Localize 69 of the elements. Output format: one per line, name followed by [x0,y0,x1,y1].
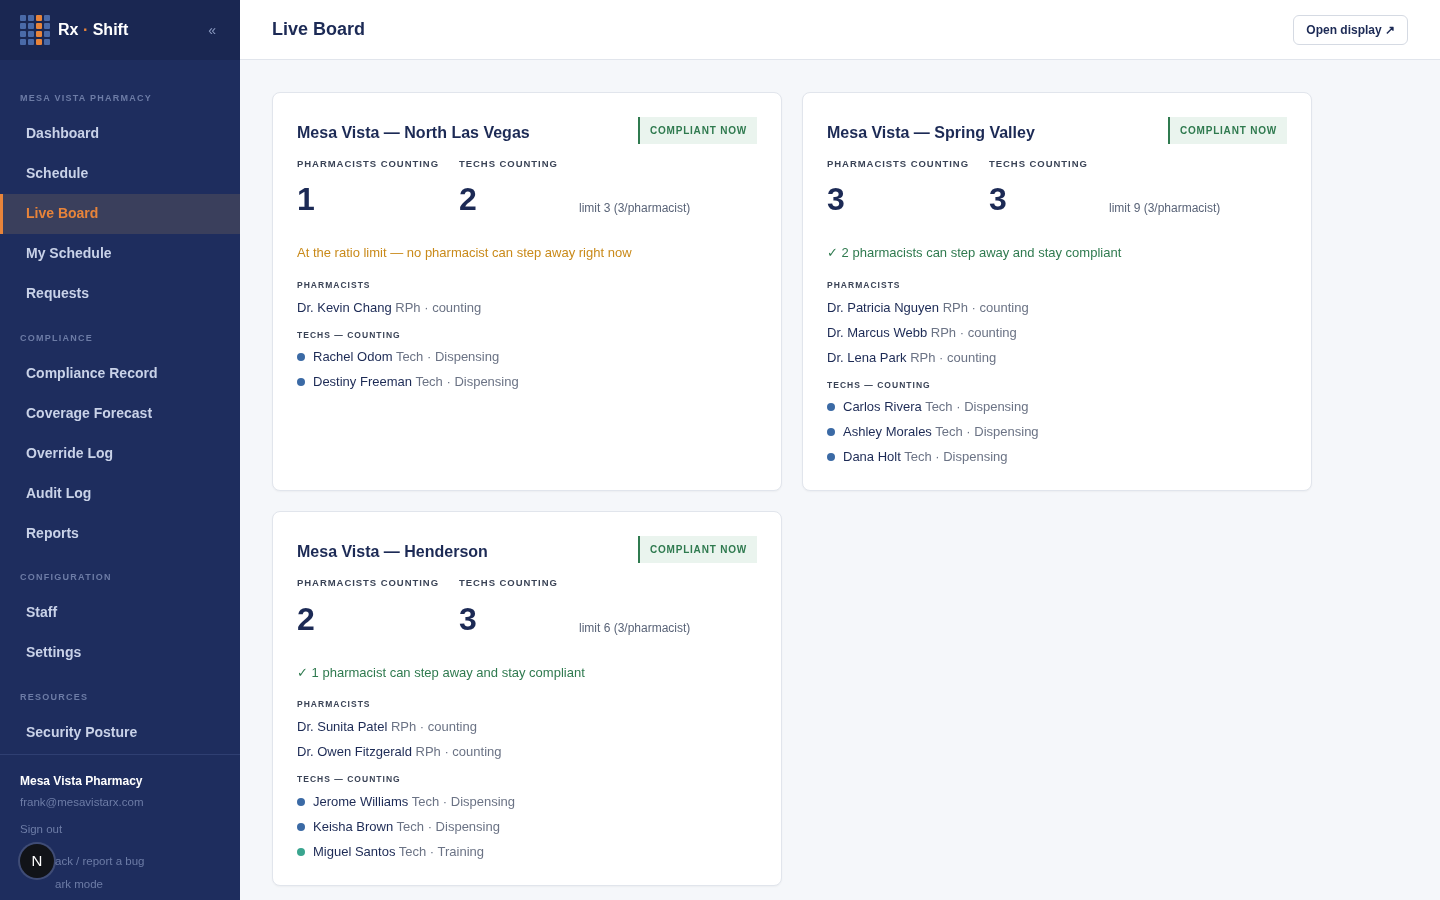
pharmacist-entry: Dr. Patricia Nguyen RPh · counting [827,298,1030,317]
tech-entry: Carlos Rivera Tech · Dispensing [843,398,1029,417]
stat-label: PHARMACISTS COUNTING [827,157,970,171]
page-title: Live Board [272,18,366,41]
brand-name: Rx · Shift [58,20,129,40]
tech-entry: Jerome Williams Tech · Dispensing [313,792,516,811]
open-display-button[interactable]: Open display ↗ [1293,14,1408,45]
section-label: PHARMACISTS [297,278,372,292]
nav-section-label: RESOURCES [19,690,90,704]
tech-entry: Rachel Odom Tech · Dispensing [313,348,500,367]
nav-item[interactable]: Compliance Record [0,353,240,393]
tech-count: 3 [989,183,1008,216]
nav-item[interactable]: Security Posture [0,712,240,752]
limit-text: limit 9 (3/pharmacist) [1109,200,1221,218]
nav-item[interactable]: Dashboard [0,113,240,154]
limit-text: limit 3 (3/pharmacist) [579,200,691,218]
nav-item[interactable]: Coverage Forecast [0,393,240,433]
pharmacist-entry: Dr. Owen Fitzgerald RPh · counting [297,742,503,761]
ratio-message: ✓ 1 pharmacist can step away and stay compliant [297,663,586,682]
nav-item[interactable]: Requests [0,273,240,314]
section-label: TECHS — COUNTING [297,328,402,342]
nav-section-label: CONFIGURATION [19,571,113,584]
stat-label: PHARMACISTS COUNTING [297,576,440,591]
limit-text: limit 6 (3/pharmacist) [579,619,691,637]
status-badge: COMPLIANT NOW [637,536,757,564]
stat-label: PHARMACISTS COUNTING [297,157,440,171]
tech-entry: Dana Holt Tech · Dispensing [843,448,1008,467]
store-title: Mesa Vista — Henderson [297,542,488,563]
store-title: Mesa Vista — Spring Valley [827,123,1035,143]
pharmacist-entry: Dr. Marcus Webb RPh · counting [827,323,1018,342]
ratio-message: At the ratio limit — no pharmacist can step away right now [297,244,633,263]
ratio-message: ✓ 2 pharmacists can step away and stay compliant [827,244,1123,263]
nav-item[interactable]: Settings [0,632,240,673]
status-badge: COMPLIANT NOW [637,117,757,144]
section-label: TECHS — COUNTING [297,772,402,786]
pharmacist-count: 3 [827,183,846,216]
pharmacist-count: 1 [297,183,316,216]
logo-icon [20,15,50,45]
nav-section-label: MESA VISTA PHARMACY [19,92,154,105]
stat-label: TECHS COUNTING [459,157,559,171]
section-label: TECHS — COUNTING [827,378,932,392]
tech-entry: Ashley Morales Tech · Dispensing [843,423,1039,442]
tech-count: 2 [459,183,478,216]
collapse-button[interactable]: « [208,19,216,41]
stat-label: TECHS COUNTING [989,157,1089,171]
tech-entry: Miguel Santos Tech · Training [313,842,485,861]
nav-item[interactable]: Audit Log [0,473,240,513]
pharmacist-entry: Dr. Sunita Patel RPh · counting [297,717,478,736]
nav-item[interactable]: Override Log [0,433,240,473]
account-email: frank@mesavistarx.com [20,795,145,810]
nav-item[interactable]: My Schedule [0,233,240,274]
status-badge: COMPLIANT NOW [1167,117,1287,144]
nav-item[interactable]: Live Board [0,193,240,234]
store-title: Mesa Vista — North Las Vegas [297,123,530,143]
tech-entry: Keisha Brown Tech · Dispensing [313,817,500,836]
nav-section-label: COMPLIANCE [19,331,95,345]
section-label: PHARMACISTS [297,698,372,711]
tech-entry: Destiny Freeman Tech · Dispensing [313,373,519,392]
pharmacist-entry: Dr. Lena Park RPh · counting [827,348,998,367]
pharmacist-count: 2 [297,602,316,635]
stat-label: TECHS COUNTING [459,576,559,591]
section-label: PHARMACISTS [827,278,902,292]
pharmacist-entry: Dr. Kevin Chang RPh · counting [297,298,483,317]
nav-item[interactable]: Reports [0,513,240,553]
avatar-button[interactable]: N [20,844,54,878]
nav-item[interactable]: Staff [0,592,240,633]
nav-item[interactable]: Schedule [0,153,240,194]
tech-count: 3 [459,602,478,635]
account-name: Mesa Vista Pharmacy [20,773,144,790]
